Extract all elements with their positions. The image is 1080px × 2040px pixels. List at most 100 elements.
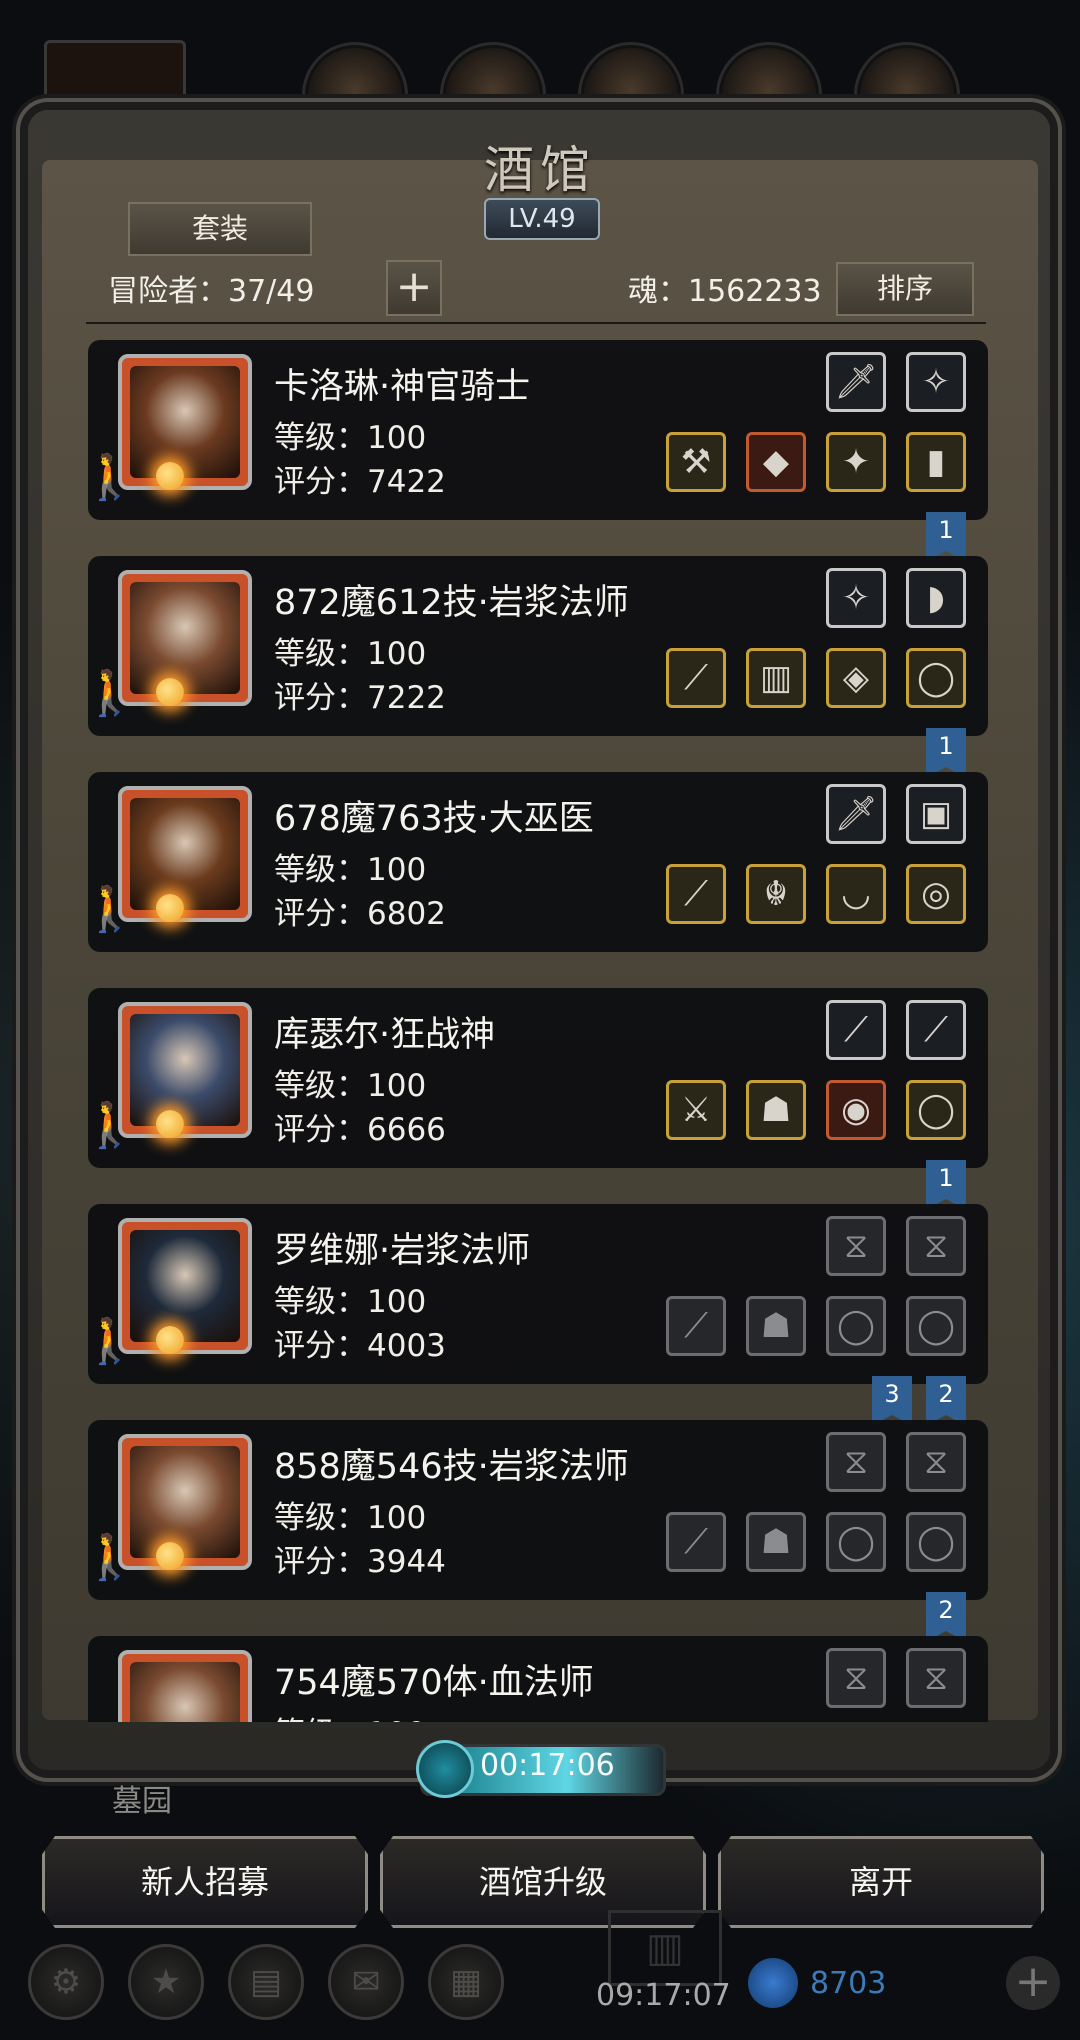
hero-name: 库瑟尔·狂战神: [274, 1015, 496, 1055]
equipment-slot[interactable]: ◉: [826, 1080, 886, 1140]
axe-icon: ⚔: [680, 1090, 712, 1130]
helmet-icon: ☗: [760, 1090, 792, 1130]
equipment-slot[interactable]: ◯: [906, 1080, 966, 1140]
mail-icon[interactable]: ✉: [328, 1944, 404, 2020]
recruit-button[interactable]: 新人招募: [42, 1836, 368, 1928]
equipment-slot[interactable]: ☗: [746, 1080, 806, 1140]
equipment-slot[interactable]: ⧖: [906, 1432, 966, 1492]
hero-portrait[interactable]: [118, 354, 252, 490]
hero-name: 872魔612技·岩浆法师: [274, 583, 629, 623]
walking-figure-icon: 🚶: [88, 1100, 137, 1151]
hero-face: [130, 582, 240, 694]
equipment-slot[interactable]: ⧖: [826, 1216, 886, 1276]
equipment-slot[interactable]: ⧖: [826, 1432, 886, 1492]
empty-slot-icon: ⧖: [844, 1442, 868, 1482]
empty-slot-icon: ⧖: [924, 1226, 948, 1266]
set-bonus-ribbon: 3: [872, 1376, 912, 1426]
hero-card[interactable]: 🚶 858魔546技·岩浆法师 等级：100 评分：3944 ⧖ ⧖ ⟋ ☗ ◯ ◯: [88, 1420, 988, 1600]
sort-button[interactable]: 排序: [836, 262, 974, 316]
equipment-slot[interactable]: ◯: [906, 1296, 966, 1356]
equipment-slot[interactable]: ◗: [906, 568, 966, 628]
equipment-slot[interactable]: ◯: [906, 648, 966, 708]
ring-icon: ◎: [921, 874, 951, 914]
soul-count: 魂：1562233: [628, 274, 822, 309]
ring-icon: ◯: [916, 1090, 956, 1130]
hero-card[interactable]: 🚶 库瑟尔·狂战神 等级：100 评分：6666 ⟋ ⟋ ⚔ ☗ ◉ ◯: [88, 988, 988, 1168]
book-icon[interactable]: ▤: [228, 1944, 304, 2020]
add-adventurer-button[interactable]: +: [386, 260, 442, 316]
walking-figure-icon: 🚶: [88, 452, 137, 503]
hero-portrait[interactable]: [118, 786, 252, 922]
armor-outline-icon: ☗: [760, 1522, 792, 1562]
set-bonus-ribbon: 1: [926, 728, 966, 778]
hero-face: [130, 1446, 240, 1558]
hero-card[interactable]: 🚶 罗维娜·岩浆法师 等级：100 评分：4003 ⧖ ⧖ ⟋ ☗ ◯ ◯: [88, 1204, 988, 1384]
hero-card[interactable]: 🚶 678魔763技·大巫医 等级：100 评分：6802 🗡 ▣ ⟋ ☬ ◡ ◎: [88, 772, 988, 952]
equipment-slot[interactable]: ✧: [826, 568, 886, 628]
hero-card[interactable]: 🚶 872魔612技·岩浆法师 等级：100 评分：7222 ✧ ◗ ⟋ ▥ ◈ ◯: [88, 556, 988, 736]
set-bonus-ribbon: 2: [926, 1376, 966, 1426]
mask-icon: ☬: [763, 874, 789, 914]
hero-portrait[interactable]: [118, 570, 252, 706]
hero-name: 678魔763技·大巫医: [274, 799, 594, 839]
shield-icon: ▣: [919, 794, 953, 834]
add-gems-button[interactable]: +: [1006, 1956, 1060, 2010]
equipment-slot[interactable]: ⧖: [826, 1648, 886, 1708]
equipment-slot[interactable]: ⧖: [906, 1648, 966, 1708]
equipment-slot[interactable]: ⧖: [906, 1216, 966, 1276]
necklace-icon: ◡: [841, 874, 871, 914]
hero-portrait[interactable]: [118, 1650, 252, 1722]
equipment-slot[interactable]: ◯: [906, 1512, 966, 1572]
equipment-slot[interactable]: ⟋: [906, 1000, 966, 1060]
equipment-slot[interactable]: ⟋: [666, 1512, 726, 1572]
hero-portrait[interactable]: [118, 1002, 252, 1138]
armor-icon: ◆: [762, 442, 790, 482]
hero-score: 评分：6666: [274, 1112, 446, 1148]
leave-button[interactable]: 离开: [718, 1836, 1044, 1928]
set-button[interactable]: 套装: [128, 202, 312, 256]
equipment-slot[interactable]: ▣: [906, 784, 966, 844]
hero-face: [130, 1014, 240, 1126]
equipment-slot[interactable]: ⚒: [666, 432, 726, 492]
settings-icon[interactable]: ⚙: [28, 1944, 104, 2020]
ring-outline-icon: ◯: [916, 1522, 956, 1562]
timer-text: 00:17:06: [480, 1748, 615, 1783]
hero-name: 卡洛琳·神官骑士: [274, 367, 531, 407]
equipment-slot[interactable]: ◆: [746, 432, 806, 492]
achievement-icon[interactable]: ★: [128, 1944, 204, 2020]
moon-icon: [156, 1110, 184, 1138]
staff-icon: ⟋: [684, 874, 708, 914]
equipment-slot[interactable]: ☗: [746, 1512, 806, 1572]
hero-list[interactable]: 🚶 卡洛琳·神官骑士 等级：100 评分：7422 🗡 ✧ ⚒ ◆ ✦ ▮ 1 🚶 872魔612技·岩…: [88, 340, 988, 1722]
equipment-slot[interactable]: ☗: [746, 1296, 806, 1356]
equipment-slot[interactable]: ⟋: [666, 648, 726, 708]
equipment-slot[interactable]: ⟋: [826, 1000, 886, 1060]
hero-portrait[interactable]: [118, 1218, 252, 1354]
equipment-slot[interactable]: ⟋: [666, 1296, 726, 1356]
equipment-slot[interactable]: ▮: [906, 432, 966, 492]
equipment-slot[interactable]: ✦: [826, 432, 886, 492]
hero-level: 等级：100: [274, 852, 427, 888]
plus-icon: +: [395, 261, 433, 312]
equipment-slot[interactable]: 🗡: [826, 784, 886, 844]
game-clock: 09:17:07: [596, 1978, 731, 2013]
adventurer-count: 冒险者：37/49: [108, 274, 315, 309]
equipment-slot[interactable]: ◯: [826, 1296, 886, 1356]
equipment-slot[interactable]: ⚔: [666, 1080, 726, 1140]
hero-card[interactable]: 🚶 卡洛琳·神官骑士 等级：100 评分：7422 🗡 ✧ ⚒ ◆ ✦ ▮: [88, 340, 988, 520]
equipment-slot[interactable]: ◯: [826, 1512, 886, 1572]
dagger-icon: 🗡: [834, 362, 878, 402]
equipment-slot[interactable]: ◈: [826, 648, 886, 708]
hero-portrait[interactable]: [118, 1434, 252, 1570]
equipment-slot[interactable]: ◎: [906, 864, 966, 924]
equipment-slot[interactable]: ⟋: [666, 864, 726, 924]
chest-icon[interactable]: ▦: [428, 1944, 504, 2020]
hero-card[interactable]: 🚶754魔570体·血法师等级：100⧖⧖: [88, 1636, 988, 1722]
graveyard-label[interactable]: 墓园: [112, 1776, 172, 1820]
equipment-slot[interactable]: 🗡: [826, 352, 886, 412]
cage-icon[interactable]: ▥: [608, 1910, 722, 1986]
equipment-slot[interactable]: ☬: [746, 864, 806, 924]
equipment-slot[interactable]: ◡: [826, 864, 886, 924]
equipment-slot[interactable]: ✧: [906, 352, 966, 412]
equipment-slot[interactable]: ▥: [746, 648, 806, 708]
